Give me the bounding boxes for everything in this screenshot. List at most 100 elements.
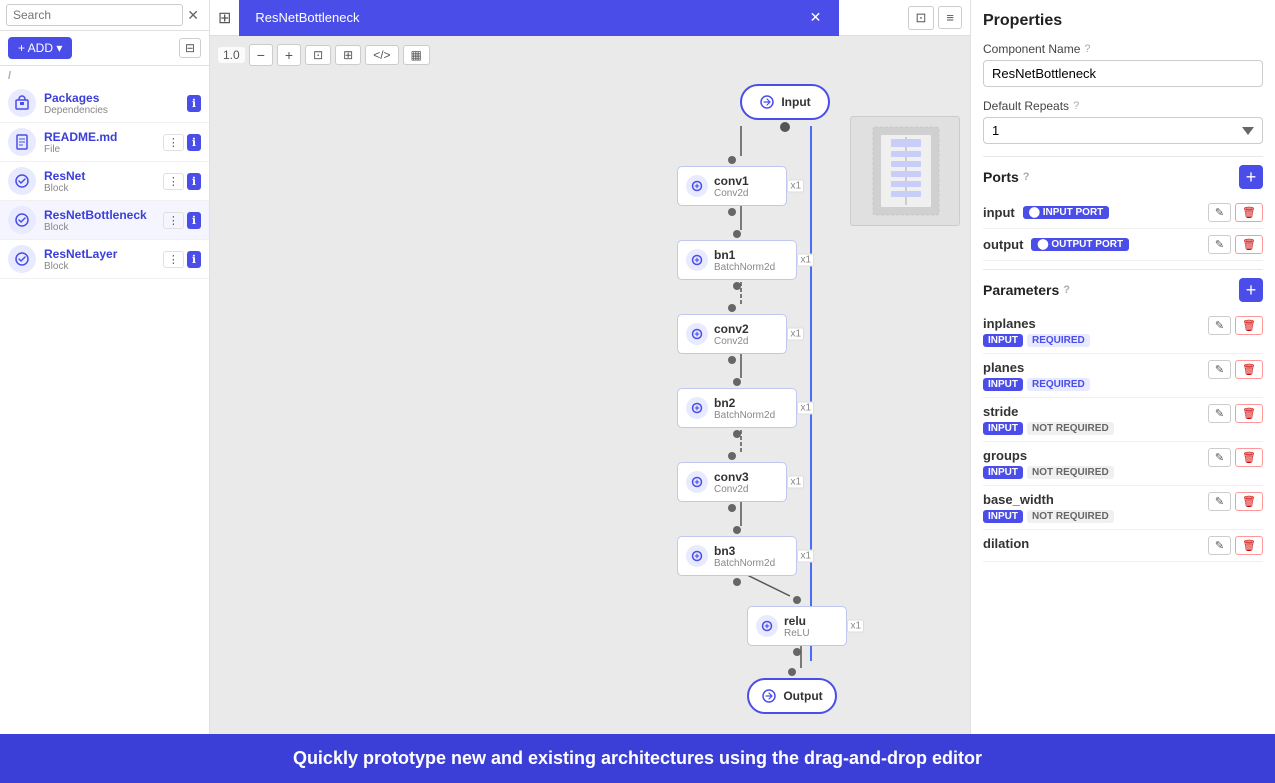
parameters-title: Parameters ? — [983, 282, 1070, 298]
zoom-out-button[interactable]: − — [249, 44, 273, 66]
resnet-type: Block — [44, 183, 163, 194]
add-port-button[interactable]: + — [1239, 165, 1263, 189]
file-icon — [8, 128, 36, 156]
packages-actions: ℹ — [187, 95, 201, 112]
param-base-width-edit-button[interactable]: ✎ — [1208, 492, 1231, 511]
main-area: ✕ + ADD ▾ ⊟ / Packages Dependencies ℹ — [0, 0, 1275, 734]
node-conv3[interactable]: conv3 Conv2d x1 — [677, 452, 787, 512]
resnetbottleneck-menu-button[interactable]: ⋮ — [163, 212, 184, 229]
port-output-edit-button[interactable]: ✎ — [1208, 235, 1231, 254]
map-view-button[interactable]: ▦ — [403, 45, 430, 65]
search-input[interactable] — [6, 4, 183, 26]
readme-menu-button[interactable]: ⋮ — [163, 134, 184, 151]
param-base-width-tag-notrequired: NOT REQUIRED — [1027, 510, 1114, 523]
resnetlayer-menu-button[interactable]: ⋮ — [163, 251, 184, 268]
resnet-name: ResNet — [44, 169, 163, 183]
param-planes-delete-button[interactable]: 🗑 — [1235, 360, 1263, 379]
node-relu[interactable]: relu ReLU x1 — [747, 596, 847, 656]
sidebar-item-readme[interactable]: README.md File ⋮ ℹ — [0, 123, 209, 162]
canvas-container: ⊞ ResNetBottleneck ✕ ⊡ ≡ 1.0 − + ⊡ — [210, 0, 970, 734]
param-inplanes-header: inplanes INPUT REQUIRED ✎ 🗑 — [983, 316, 1263, 347]
canvas-tab-label: ResNetBottleneck — [255, 10, 359, 25]
component-name-help-icon: ? — [1084, 43, 1090, 55]
port-output-delete-button[interactable]: 🗑 — [1235, 235, 1263, 254]
zoom-in-button[interactable]: + — [277, 44, 301, 66]
resnetlayer-info-button[interactable]: ℹ — [187, 251, 201, 268]
component-name-input[interactable] — [983, 60, 1263, 87]
param-inplanes-tag-required: REQUIRED — [1027, 334, 1090, 347]
param-groups-delete-button[interactable]: 🗑 — [1235, 448, 1263, 467]
node-relu-name: relu — [784, 614, 810, 628]
port-input-edit-button[interactable]: ✎ — [1208, 203, 1231, 222]
param-base-width-delete-button[interactable]: 🗑 — [1235, 492, 1263, 511]
canvas-viewport[interactable]: 1.0 − + ⊡ ⊞ </> ▦ — [210, 36, 970, 734]
resnet-menu-button[interactable]: ⋮ — [163, 173, 184, 190]
readme-type: File — [44, 144, 163, 155]
readme-info-button[interactable]: ℹ — [187, 134, 201, 151]
fullscreen-button[interactable]: ⊡ — [908, 6, 935, 30]
param-dilation-delete-button[interactable]: 🗑 — [1235, 536, 1263, 555]
param-inplanes-content: inplanes INPUT REQUIRED — [983, 316, 1090, 347]
sidebar-view-toggle[interactable]: ⊟ — [179, 38, 201, 58]
param-dilation-edit-button[interactable]: ✎ — [1208, 536, 1231, 555]
param-inplanes-name: inplanes — [983, 316, 1090, 331]
node-bn1[interactable]: bn1 BatchNorm2d x1 — [677, 230, 797, 290]
port-row-input: input ⬤ INPUT PORT ✎ 🗑 — [983, 197, 1263, 229]
zoom-fit-button[interactable]: ⊡ — [305, 45, 331, 65]
code-view-button[interactable]: </> — [365, 45, 398, 65]
zoom-control-bar: 1.0 − + ⊡ ⊞ </> ▦ — [218, 44, 430, 66]
packages-info-button[interactable]: ℹ — [187, 95, 201, 112]
node-input[interactable]: Input — [740, 84, 830, 132]
param-planes-edit-button[interactable]: ✎ — [1208, 360, 1231, 379]
resnetlayer-icon — [8, 245, 36, 273]
resnetbottleneck-info-button[interactable]: ℹ — [187, 212, 201, 229]
param-stride-edit-button[interactable]: ✎ — [1208, 404, 1231, 423]
canvas-toolbar: ⊞ ResNetBottleneck ✕ ⊡ ≡ — [210, 0, 970, 36]
add-button[interactable]: + ADD ▾ — [8, 37, 72, 59]
packages-type: Dependencies — [44, 105, 187, 116]
param-planes-tags: INPUT REQUIRED — [983, 378, 1090, 391]
port-input-delete-button[interactable]: 🗑 — [1235, 203, 1263, 222]
search-clear-button[interactable]: ✕ — [183, 5, 203, 26]
sidebar-item-packages[interactable]: Packages Dependencies ℹ — [0, 84, 209, 123]
param-stride-name: stride — [983, 404, 1114, 419]
default-repeats-help-icon: ? — [1073, 100, 1079, 112]
param-dilation-name: dilation — [983, 536, 1029, 551]
add-parameter-button[interactable]: + — [1239, 278, 1263, 302]
canvas-tab-close-button[interactable]: ✕ — [808, 9, 824, 26]
param-groups-edit-button[interactable]: ✎ — [1208, 448, 1231, 467]
layout-button[interactable]: ≡ — [938, 6, 962, 29]
canvas-grid-button[interactable]: ⊞ — [210, 4, 239, 32]
node-conv1[interactable]: conv1 Conv2d x1 — [677, 156, 787, 216]
readme-name: README.md — [44, 130, 163, 144]
param-planes-tag-input: INPUT — [983, 378, 1023, 391]
app-container: ✕ + ADD ▾ ⊟ / Packages Dependencies ℹ — [0, 0, 1275, 783]
param-stride-tags: INPUT NOT REQUIRED — [983, 422, 1114, 435]
zoom-level: 1.0 — [218, 47, 245, 63]
param-stride-delete-button[interactable]: 🗑 — [1235, 404, 1263, 423]
canvas-tab[interactable]: ResNetBottleneck ✕ — [239, 0, 839, 36]
default-repeats-select[interactable]: 1 — [983, 117, 1263, 144]
resnet-info-button[interactable]: ℹ — [187, 173, 201, 190]
node-bn3[interactable]: bn3 BatchNorm2d x1 — [677, 526, 797, 586]
param-planes-content: planes INPUT REQUIRED — [983, 360, 1090, 391]
node-bn1-type: BatchNorm2d — [714, 262, 775, 273]
param-inplanes-delete-button[interactable]: 🗑 — [1235, 316, 1263, 335]
minimap — [850, 116, 960, 226]
bottom-bar-text: Quickly prototype new and existing archi… — [293, 748, 982, 768]
node-conv2[interactable]: conv2 Conv2d x1 — [677, 304, 787, 364]
port-output-info: output ⬤ OUTPUT PORT — [983, 237, 1129, 252]
param-stride-actions: ✎ 🗑 — [1208, 404, 1263, 423]
sidebar: ✕ + ADD ▾ ⊟ / Packages Dependencies ℹ — [0, 0, 210, 734]
param-inplanes-edit-button[interactable]: ✎ — [1208, 316, 1231, 335]
node-output[interactable]: Output — [747, 668, 837, 714]
param-stride-tag-notrequired: NOT REQUIRED — [1027, 422, 1114, 435]
param-groups-tag-notrequired: NOT REQUIRED — [1027, 466, 1114, 479]
sidebar-item-resnet[interactable]: ResNet Block ⋮ ℹ — [0, 162, 209, 201]
sidebar-item-resnetbottleneck[interactable]: ResNetBottleneck Block ⋮ ℹ — [0, 201, 209, 240]
node-bn2[interactable]: bn2 BatchNorm2d x1 — [677, 378, 797, 438]
sidebar-item-resnetlayer[interactable]: ResNetLayer Block ⋮ ℹ — [0, 240, 209, 279]
auto-layout-button[interactable]: ⊞ — [335, 45, 361, 65]
packages-icon — [8, 89, 36, 117]
panel-title: Properties — [983, 12, 1263, 30]
